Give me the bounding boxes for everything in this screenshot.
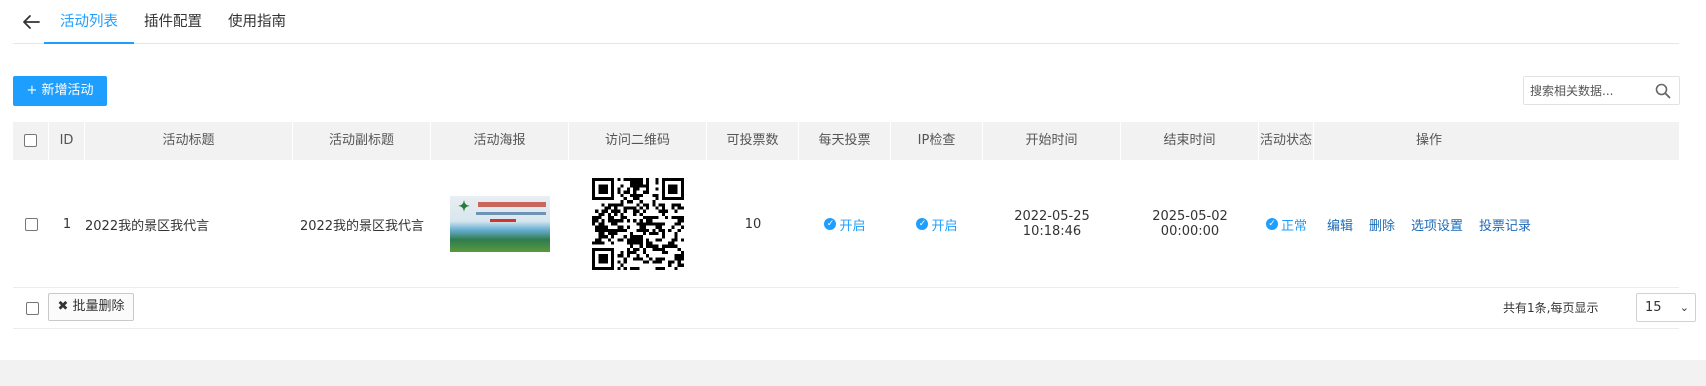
check-circle-icon: ✓ — [1265, 218, 1278, 230]
row-subtitle: 2022我的景区我代言 — [299, 218, 425, 234]
page-size-select[interactable]: 15 ⌄ — [1636, 293, 1696, 322]
header-qrcode: 访问二维码 — [569, 122, 707, 160]
header-daily-vote: 每天投票 — [799, 122, 891, 160]
header-end-time: 结束时间 — [1121, 122, 1259, 160]
activity-status-label: 正常 — [1280, 218, 1307, 234]
header-actions: 操作 — [1415, 133, 1442, 148]
row-checkbox[interactable] — [24, 217, 38, 231]
batch-delete-label: 批量删除 — [72, 299, 125, 314]
add-activity-button[interactable]: + 新增活动 — [13, 76, 107, 106]
batch-delete-button[interactable]: ✖ 批量删除 — [48, 293, 134, 321]
poster-tag — [490, 219, 516, 222]
header-id: ID — [49, 122, 85, 160]
main-panel: 活动列表 插件配置 使用指南 + 新增活动 ID 活动标题 活动副标题 活动海报… — [0, 0, 1706, 360]
poster-logo: ✦ — [458, 199, 470, 215]
tab-activity-list[interactable]: 活动列表 — [44, 0, 134, 44]
header-title: 活动标题 — [85, 122, 293, 160]
qrcode-image[interactable] — [592, 178, 684, 270]
search-input[interactable] — [1524, 77, 1644, 104]
poster-thumbnail[interactable]: ✦ — [450, 196, 550, 252]
row-id: 1 — [62, 216, 72, 232]
ip-check-status: ✓ 开启 — [916, 215, 958, 234]
header-status: 活动状态 — [1259, 122, 1314, 160]
row-end-time: 2025-05-02 00:00:00 — [1152, 209, 1228, 239]
row-actions: 编辑 删除 选项设置 投票记录 — [1314, 160, 1544, 288]
delete-link[interactable]: 删除 — [1369, 215, 1395, 234]
search-box — [1523, 76, 1680, 105]
poster-headline — [478, 202, 546, 207]
row-votes: 10 — [744, 216, 762, 232]
daily-vote-label: 开启 — [839, 218, 866, 234]
check-circle-icon: ✓ — [824, 218, 837, 230]
daily-vote-status: ✓ 开启 — [824, 215, 866, 234]
header-ip-check: IP检查 — [891, 122, 983, 160]
table-row: 1 2022我的景区我代言 2022我的景区我代言 ✦ 10 ✓ 开启 ✓ 开启 2… — [13, 160, 1679, 288]
row-daily-vote: ✓ 开启 — [799, 160, 891, 288]
row-qrcode-cell — [569, 160, 707, 288]
row-title: 2022我的景区我代言 — [85, 218, 210, 234]
row-select — [13, 160, 49, 288]
row-start-time: 2022-05-25 10:18:46 — [1014, 209, 1090, 239]
vote-records-link[interactable]: 投票记录 — [1479, 215, 1531, 234]
back-arrow-icon[interactable] — [19, 10, 43, 34]
tab-plugin-config[interactable]: 插件配置 — [128, 0, 218, 44]
tab-bar: 活动列表 插件配置 使用指南 — [13, 0, 1679, 44]
edit-link[interactable]: 编辑 — [1327, 215, 1353, 234]
footer-select-all-checkbox[interactable] — [26, 302, 39, 315]
page-size-value: 15 — [1645, 300, 1662, 315]
row-status: ✓ 正常 — [1259, 160, 1314, 288]
tab-user-guide[interactable]: 使用指南 — [212, 0, 302, 44]
header-start-time: 开始时间 — [983, 122, 1121, 160]
activity-status: ✓ 正常 — [1265, 215, 1307, 234]
table-footer: ✖ 批量删除 共有1条,每页显示 15 ⌄ — [13, 289, 1696, 329]
select-all-checkbox[interactable] — [24, 134, 37, 147]
header-poster: 活动海报 — [431, 122, 569, 160]
header-select-all — [13, 122, 49, 160]
search-icon[interactable] — [1655, 83, 1671, 99]
total-count-text: 共有1条,每页显示 — [1503, 301, 1599, 315]
row-poster-cell: ✦ — [431, 160, 569, 288]
row-ip-check: ✓ 开启 — [891, 160, 983, 288]
chevron-down-icon: ⌄ — [1679, 301, 1689, 314]
table-header: ID 活动标题 活动副标题 活动海报 访问二维码 可投票数 每天投票 IP检查 … — [13, 122, 1679, 160]
close-icon: ✖ — [57, 299, 69, 314]
header-votes: 可投票数 — [707, 122, 799, 160]
poster-subline — [476, 212, 546, 215]
option-settings-link[interactable]: 选项设置 — [1411, 215, 1463, 234]
check-circle-icon: ✓ — [916, 218, 929, 230]
header-subtitle: 活动副标题 — [293, 122, 431, 160]
ip-check-label: 开启 — [931, 218, 958, 234]
